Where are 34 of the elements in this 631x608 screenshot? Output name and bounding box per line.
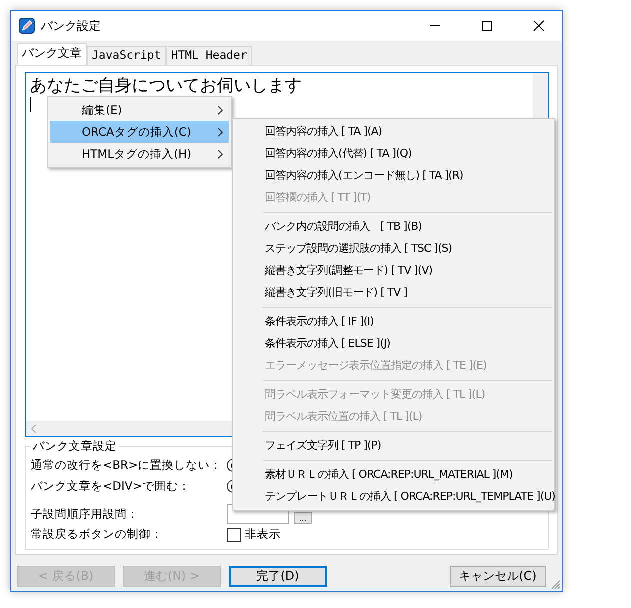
tab[interactable]: HTML Header: [166, 46, 252, 65]
setting-label: 通常の改行を<BR>に置換しない：: [31, 458, 224, 473]
menu-item[interactable]: 条件表示の挿入 [ IF ](I): [233, 311, 554, 333]
checkbox[interactable]: [227, 528, 241, 542]
menu-item[interactable]: 縦書き文字列(旧モード) [ TV ]: [233, 282, 554, 304]
menu-item[interactable]: 条件表示の挿入 [ ELSE ](J): [233, 333, 554, 355]
setting-label: バンク文章を<DIV>で囲む：: [31, 479, 192, 494]
group-title: バンク文章設定: [32, 439, 118, 453]
setting-label: 子設問順序用設問：: [31, 507, 140, 522]
menu-item[interactable]: 回答内容の挿入 [ TA ](A): [233, 121, 554, 143]
dialog-button[interactable]: 完了(D): [229, 566, 327, 587]
close-icon[interactable]: [533, 20, 545, 32]
menu-item[interactable]: 回答内容の挿入(エンコード無し) [ TA ](R): [233, 165, 554, 187]
menu-item[interactable]: フェイズ文字列 [ TP ](P): [233, 435, 554, 457]
maximize-icon[interactable]: [481, 20, 493, 32]
menu-item[interactable]: 縦書き文字列(調整モード) [ TV ](V): [233, 260, 554, 282]
setting-label: 常設戻るボタンの制御：: [31, 527, 164, 542]
pencil-icon: [19, 18, 35, 34]
editor-text: あなたご自身についてお伺いします: [30, 76, 302, 96]
window-title: バンク設定: [41, 18, 101, 34]
checkbox-label: 非表示: [245, 527, 281, 542]
dialog-button[interactable]: キャンセル(C): [450, 566, 546, 587]
menu-item[interactable]: バンク内の設問の挿入 [ TB ](B): [233, 216, 554, 238]
tab[interactable]: JavaScript: [87, 46, 166, 65]
menu-item[interactable]: 回答内容の挿入(代替) [ TA ](Q): [233, 143, 554, 165]
menu-item[interactable]: 素材ＵＲＬの挿入 [ ORCA:REP:URL_MATERIAL ](M): [233, 464, 554, 486]
menu-item[interactable]: ステップ設問の選択肢の挿入 [ TSC ](S): [233, 238, 554, 260]
browse-button[interactable]: ...: [294, 512, 312, 524]
menu-item[interactable]: テンプレートＵＲＬの挿入 [ ORCA:REP:URL_TEMPLATE ](U): [233, 486, 554, 508]
menu-item[interactable]: 編集(E): [50, 99, 229, 121]
resize-grip-icon[interactable]: [549, 578, 561, 590]
menu-item[interactable]: ORCAタグの挿入(C): [50, 121, 229, 143]
tab[interactable]: バンク文章: [17, 43, 87, 65]
menu-item[interactable]: HTMLタグの挿入(H): [50, 143, 229, 165]
